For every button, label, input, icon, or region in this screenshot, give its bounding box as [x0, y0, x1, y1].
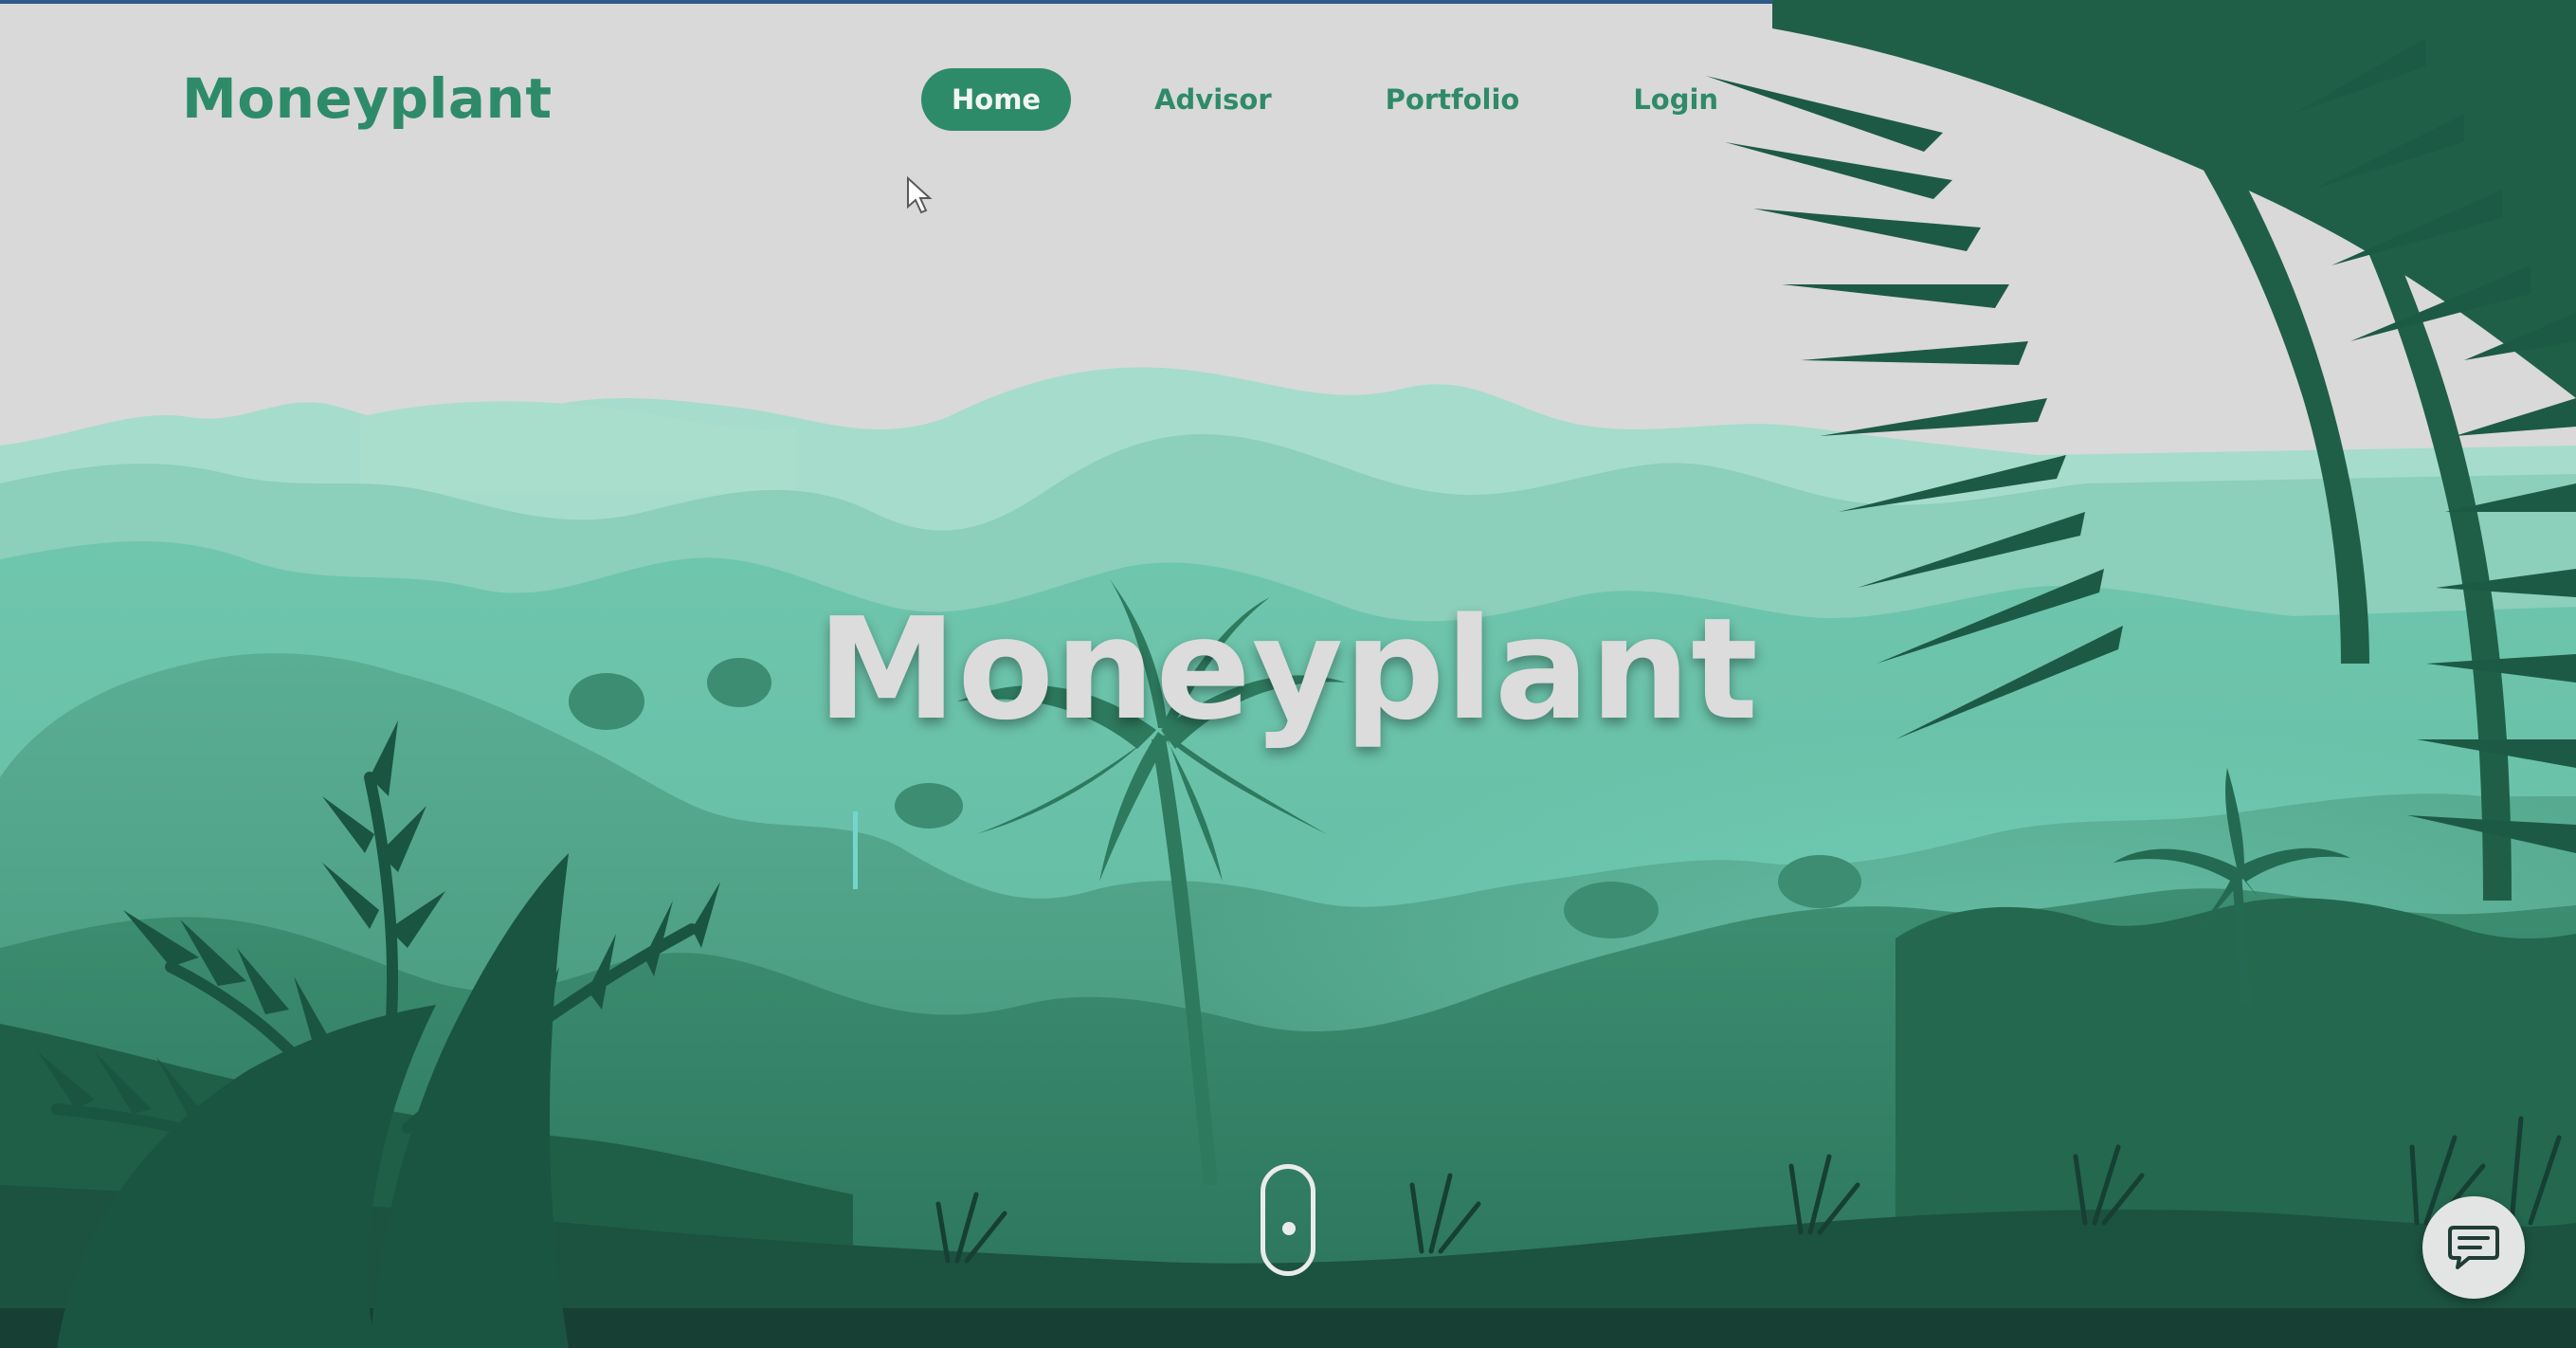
text-caret — [853, 811, 858, 889]
main-navigation: Home Advisor Portfolio Login — [921, 68, 1802, 131]
site-logo[interactable]: Moneyplant — [182, 66, 553, 131]
hero-title: Moneyplant — [817, 588, 1759, 751]
mouse-pointer-icon — [907, 176, 933, 214]
nav-portfolio[interactable]: Portfolio — [1355, 68, 1551, 131]
nav-advisor[interactable]: Advisor — [1124, 68, 1302, 131]
nav-home[interactable]: Home — [921, 68, 1072, 131]
page: Moneyplant Home Advisor Portfolio Login … — [0, 0, 2576, 1348]
scroll-mouse-icon[interactable] — [1261, 1164, 1315, 1276]
chat-bubble-icon — [2448, 1226, 2499, 1269]
nav-login[interactable]: Login — [1603, 68, 1749, 131]
chat-button[interactable] — [2422, 1196, 2525, 1299]
scroll-dot — [1282, 1222, 1296, 1235]
